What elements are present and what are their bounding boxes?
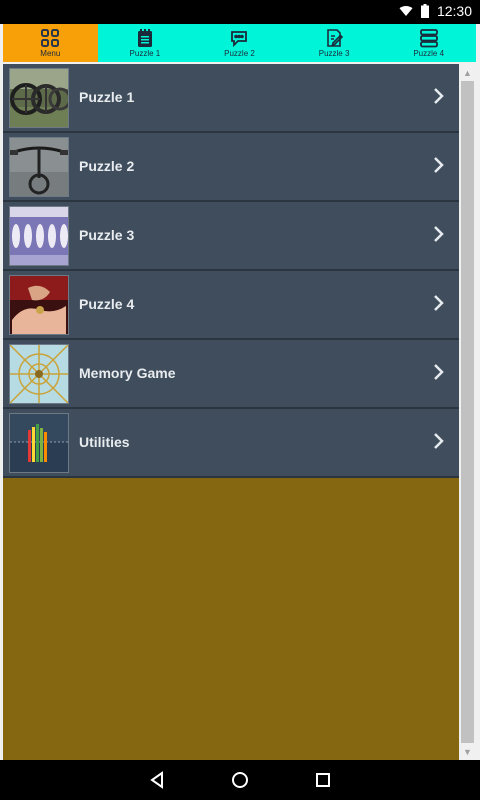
list-item-label: Puzzle 1 [79,89,135,105]
list-item-label: Memory Game [79,365,176,381]
chat-icon [229,28,249,49]
tab-label: Puzzle 2 [224,49,255,58]
list-item-label: Puzzle 4 [79,296,135,312]
list-item-memory-game[interactable]: Memory Game [3,340,459,409]
list-item-puzzle-3[interactable]: Puzzle 3 [3,202,459,271]
home-icon[interactable] [231,771,249,789]
list-item-label: Puzzle 3 [79,227,135,243]
list-item-label: Puzzle 2 [79,158,135,174]
scroll-up-arrow[interactable]: ▲ [459,64,476,81]
clock: 12:30 [436,3,472,19]
pattern-thumbnail [9,344,69,404]
hands-thumbnail [9,275,69,335]
list-item-puzzle-1[interactable]: Puzzle 1 [3,64,459,133]
status-bar: 12:30 [0,0,480,24]
chevron-right-icon [433,86,445,111]
list-item-puzzle-2[interactable]: Puzzle 2 [3,133,459,202]
bicycle-thumbnail [9,137,69,197]
wifi-icon [399,5,413,17]
chevron-right-icon [433,155,445,180]
edit-icon [324,28,344,49]
pencils-thumbnail [9,413,69,473]
stack-icon [419,28,439,49]
chevron-right-icon [433,224,445,249]
tab-label: Puzzle 4 [413,49,445,58]
tab-puzzle-1[interactable]: Puzzle 1 [98,24,193,62]
balustrade-thumbnail [9,206,69,266]
notepad-icon [135,28,155,49]
tab-bar: Menu Puzzle 1 Puzzle 2 Puzzle 3 Puzzle 4 [3,24,476,62]
chevron-right-icon [433,431,445,456]
tab-puzzle-2[interactable]: Puzzle 2 [192,24,287,62]
tab-puzzle-3[interactable]: Puzzle 3 [287,24,382,62]
app-frame: Menu Puzzle 1 Puzzle 2 Puzzle 3 Puzzle 4 [0,24,480,760]
scrollbar-thumb[interactable] [461,81,474,743]
battery-icon [420,4,429,18]
recents-icon[interactable] [315,772,331,788]
vertical-scrollbar[interactable]: ▲ ▼ [459,64,476,760]
chevron-right-icon [433,293,445,318]
chevron-right-icon [433,362,445,387]
scroll-down-arrow[interactable]: ▼ [459,743,476,760]
tab-menu[interactable]: Menu [3,24,98,62]
navigation-bar [0,760,480,800]
tab-label: Puzzle 3 [318,49,350,58]
list-item-puzzle-4[interactable]: Puzzle 4 [3,271,459,340]
wheels-thumbnail [9,68,69,128]
list-item-label: Utilities [79,434,130,450]
tab-label: Menu [40,49,61,58]
menu-list: Puzzle 1 Puzzle 2 Puzzle 3 Puzzle 4 Memo… [3,64,459,760]
grid-icon [40,28,60,49]
list-item-utilities[interactable]: Utilities [3,409,459,478]
tab-puzzle-4[interactable]: Puzzle 4 [381,24,476,62]
tab-label: Puzzle 1 [129,49,161,58]
back-icon[interactable] [149,771,165,789]
